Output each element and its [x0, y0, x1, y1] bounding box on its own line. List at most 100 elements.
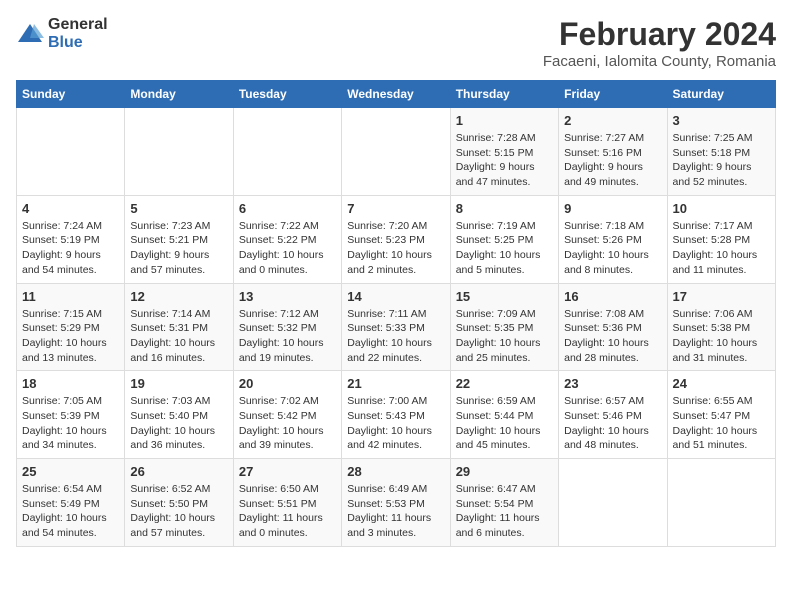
calendar-cell: 8Sunrise: 7:19 AM Sunset: 5:25 PM Daylig…	[450, 195, 558, 283]
weekday-thursday: Thursday	[450, 81, 558, 108]
day-number: 4	[22, 201, 119, 216]
calendar-week-3: 18 Sunrise: 7:05 AM Sunset: 5:39 PM Dayli…	[17, 371, 776, 459]
calendar-cell: 11 Sunrise: 7:15 AM Sunset: 5:29 PM Dayli…	[17, 283, 125, 371]
day-number: 13	[239, 289, 336, 304]
day-number: 23	[564, 376, 661, 391]
calendar-cell: 4 Sunrise: 7:24 AM Sunset: 5:19 PM Daylig…	[17, 195, 125, 283]
calendar-cell: 1Sunrise: 7:28 AM Sunset: 5:15 PM Daylig…	[450, 108, 558, 196]
weekday-saturday: Saturday	[667, 81, 775, 108]
day-info: Sunrise: 6:59 AM Sunset: 5:44 PM Dayligh…	[456, 394, 553, 453]
day-number: 29	[456, 464, 553, 479]
calendar-cell: 9 Sunrise: 7:18 AM Sunset: 5:26 PM Daylig…	[559, 195, 667, 283]
day-info: Sunrise: 7:19 AM Sunset: 5:25 PM Dayligh…	[456, 219, 553, 278]
day-number: 20	[239, 376, 336, 391]
calendar-cell	[559, 459, 667, 547]
calendar-cell: 29 Sunrise: 6:47 AM Sunset: 5:54 PM Dayli…	[450, 459, 558, 547]
day-info: Sunrise: 7:25 AM Sunset: 5:18 PM Dayligh…	[673, 131, 770, 190]
calendar-cell	[342, 108, 450, 196]
calendar-cell: 10 Sunrise: 7:17 AM Sunset: 5:28 PM Dayli…	[667, 195, 775, 283]
day-info: Sunrise: 7:20 AM Sunset: 5:23 PM Dayligh…	[347, 219, 444, 278]
day-number: 27	[239, 464, 336, 479]
day-number: 10	[673, 201, 770, 216]
weekday-wednesday: Wednesday	[342, 81, 450, 108]
logo: General Blue	[16, 16, 108, 51]
day-number: 17	[673, 289, 770, 304]
day-number: 16	[564, 289, 661, 304]
day-info: Sunrise: 7:28 AM Sunset: 5:15 PM Dayligh…	[456, 131, 553, 190]
day-info: Sunrise: 6:54 AM Sunset: 5:49 PM Dayligh…	[22, 482, 119, 541]
weekday-tuesday: Tuesday	[233, 81, 341, 108]
day-info: Sunrise: 6:55 AM Sunset: 5:47 PM Dayligh…	[673, 394, 770, 453]
calendar-cell	[667, 459, 775, 547]
day-number: 11	[22, 289, 119, 304]
calendar-cell: 19Sunrise: 7:03 AM Sunset: 5:40 PM Dayli…	[125, 371, 233, 459]
day-info: Sunrise: 7:05 AM Sunset: 5:39 PM Dayligh…	[22, 394, 119, 453]
calendar-header: SundayMondayTuesdayWednesdayThursdayFrid…	[17, 81, 776, 108]
day-info: Sunrise: 6:52 AM Sunset: 5:50 PM Dayligh…	[130, 482, 227, 541]
calendar-week-1: 4 Sunrise: 7:24 AM Sunset: 5:19 PM Daylig…	[17, 195, 776, 283]
day-info: Sunrise: 7:02 AM Sunset: 5:42 PM Dayligh…	[239, 394, 336, 453]
day-info: Sunrise: 7:15 AM Sunset: 5:29 PM Dayligh…	[22, 307, 119, 366]
calendar-cell: 28Sunrise: 6:49 AM Sunset: 5:53 PM Dayli…	[342, 459, 450, 547]
calendar-week-4: 25Sunrise: 6:54 AM Sunset: 5:49 PM Dayli…	[17, 459, 776, 547]
day-number: 6	[239, 201, 336, 216]
calendar-cell: 22 Sunrise: 6:59 AM Sunset: 5:44 PM Dayli…	[450, 371, 558, 459]
calendar-cell: 3 Sunrise: 7:25 AM Sunset: 5:18 PM Daylig…	[667, 108, 775, 196]
day-info: Sunrise: 7:23 AM Sunset: 5:21 PM Dayligh…	[130, 219, 227, 278]
calendar-cell: 17 Sunrise: 7:06 AM Sunset: 5:38 PM Dayli…	[667, 283, 775, 371]
day-info: Sunrise: 7:27 AM Sunset: 5:16 PM Dayligh…	[564, 131, 661, 190]
day-info: Sunrise: 7:18 AM Sunset: 5:26 PM Dayligh…	[564, 219, 661, 278]
day-info: Sunrise: 6:49 AM Sunset: 5:53 PM Dayligh…	[347, 482, 444, 541]
calendar-cell: 5Sunrise: 7:23 AM Sunset: 5:21 PM Daylig…	[125, 195, 233, 283]
calendar-cell: 23Sunrise: 6:57 AM Sunset: 5:46 PM Dayli…	[559, 371, 667, 459]
day-number: 26	[130, 464, 227, 479]
day-number: 9	[564, 201, 661, 216]
day-number: 21	[347, 376, 444, 391]
calendar-cell	[233, 108, 341, 196]
day-info: Sunrise: 7:12 AM Sunset: 5:32 PM Dayligh…	[239, 307, 336, 366]
day-number: 15	[456, 289, 553, 304]
day-info: Sunrise: 6:47 AM Sunset: 5:54 PM Dayligh…	[456, 482, 553, 541]
calendar-body: 1Sunrise: 7:28 AM Sunset: 5:15 PM Daylig…	[17, 108, 776, 547]
calendar-cell	[125, 108, 233, 196]
calendar-cell: 24 Sunrise: 6:55 AM Sunset: 5:47 PM Dayli…	[667, 371, 775, 459]
calendar-cell: 7 Sunrise: 7:20 AM Sunset: 5:23 PM Daylig…	[342, 195, 450, 283]
weekday-header-row: SundayMondayTuesdayWednesdayThursdayFrid…	[17, 81, 776, 108]
day-info: Sunrise: 7:22 AM Sunset: 5:22 PM Dayligh…	[239, 219, 336, 278]
calendar-cell: 6 Sunrise: 7:22 AM Sunset: 5:22 PM Daylig…	[233, 195, 341, 283]
day-number: 3	[673, 113, 770, 128]
day-info: Sunrise: 7:17 AM Sunset: 5:28 PM Dayligh…	[673, 219, 770, 278]
day-number: 14	[347, 289, 444, 304]
day-info: Sunrise: 7:14 AM Sunset: 5:31 PM Dayligh…	[130, 307, 227, 366]
day-number: 12	[130, 289, 227, 304]
day-number: 7	[347, 201, 444, 216]
day-info: Sunrise: 7:11 AM Sunset: 5:33 PM Dayligh…	[347, 307, 444, 366]
calendar-cell: 15Sunrise: 7:09 AM Sunset: 5:35 PM Dayli…	[450, 283, 558, 371]
day-number: 18	[22, 376, 119, 391]
day-info: Sunrise: 7:06 AM Sunset: 5:38 PM Dayligh…	[673, 307, 770, 366]
calendar-cell: 14 Sunrise: 7:11 AM Sunset: 5:33 PM Dayli…	[342, 283, 450, 371]
title-block: February 2024 Facaeni, Ialomita County, …	[543, 16, 776, 70]
day-number: 22	[456, 376, 553, 391]
day-info: Sunrise: 7:00 AM Sunset: 5:43 PM Dayligh…	[347, 394, 444, 453]
day-info: Sunrise: 7:24 AM Sunset: 5:19 PM Dayligh…	[22, 219, 119, 278]
logo-icon	[16, 20, 44, 48]
calendar-table: SundayMondayTuesdayWednesdayThursdayFrid…	[16, 80, 776, 547]
weekday-sunday: Sunday	[17, 81, 125, 108]
day-number: 24	[673, 376, 770, 391]
calendar-cell: 2Sunrise: 7:27 AM Sunset: 5:16 PM Daylig…	[559, 108, 667, 196]
calendar-cell: 26 Sunrise: 6:52 AM Sunset: 5:50 PM Dayli…	[125, 459, 233, 547]
day-info: Sunrise: 7:03 AM Sunset: 5:40 PM Dayligh…	[130, 394, 227, 453]
calendar-cell: 25Sunrise: 6:54 AM Sunset: 5:49 PM Dayli…	[17, 459, 125, 547]
subtitle: Facaeni, Ialomita County, Romania	[543, 53, 776, 70]
day-info: Sunrise: 6:50 AM Sunset: 5:51 PM Dayligh…	[239, 482, 336, 541]
calendar-cell	[17, 108, 125, 196]
calendar-cell: 12 Sunrise: 7:14 AM Sunset: 5:31 PM Dayli…	[125, 283, 233, 371]
calendar-week-0: 1Sunrise: 7:28 AM Sunset: 5:15 PM Daylig…	[17, 108, 776, 196]
calendar-cell: 21 Sunrise: 7:00 AM Sunset: 5:43 PM Dayli…	[342, 371, 450, 459]
logo-general-text: General	[48, 16, 108, 34]
calendar-cell: 27 Sunrise: 6:50 AM Sunset: 5:51 PM Dayli…	[233, 459, 341, 547]
calendar-cell: 20 Sunrise: 7:02 AM Sunset: 5:42 PM Dayli…	[233, 371, 341, 459]
calendar-cell: 16Sunrise: 7:08 AM Sunset: 5:36 PM Dayli…	[559, 283, 667, 371]
calendar-week-2: 11 Sunrise: 7:15 AM Sunset: 5:29 PM Dayli…	[17, 283, 776, 371]
